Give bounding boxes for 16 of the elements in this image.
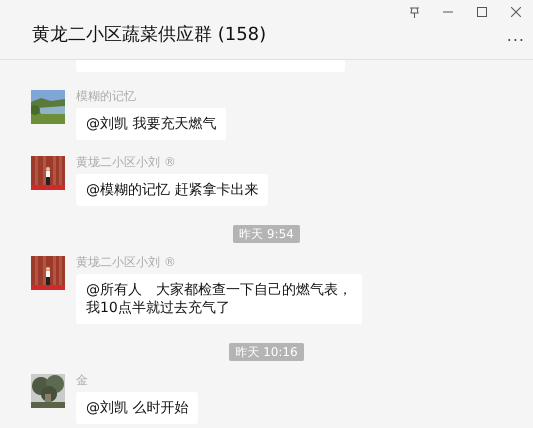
sender-name: 黄垅二小区小刘 ® — [76, 254, 176, 270]
message-bubble: @模糊的记忆 赶紧拿卡出来 — [76, 174, 268, 206]
sender-name: 模糊的记忆 — [76, 88, 136, 104]
message-bubble: @刘凯 么时开始 — [76, 392, 198, 424]
message-bubble: @刘凯 我要充天燃气 — [76, 108, 226, 140]
timestamp: 昨天 10:16 — [229, 343, 304, 361]
sender-name: 金 — [76, 372, 88, 388]
sender-name: 黄垅二小区小刘 ® — [76, 154, 176, 170]
chat-title: 黄龙二小区蔬菜供应群 (158) — [32, 23, 266, 46]
minimize-icon[interactable] — [443, 11, 453, 13]
timestamp: 昨天 9:54 — [233, 225, 300, 243]
close-icon[interactable] — [511, 7, 521, 17]
more-button[interactable]: ... — [506, 26, 525, 45]
pin-icon[interactable] — [408, 6, 420, 18]
maximize-icon[interactable] — [477, 7, 487, 17]
message-bubble: @所有人 大家都检查一下自己的燃气表， 我10点半就过去充气了 — [76, 274, 362, 324]
